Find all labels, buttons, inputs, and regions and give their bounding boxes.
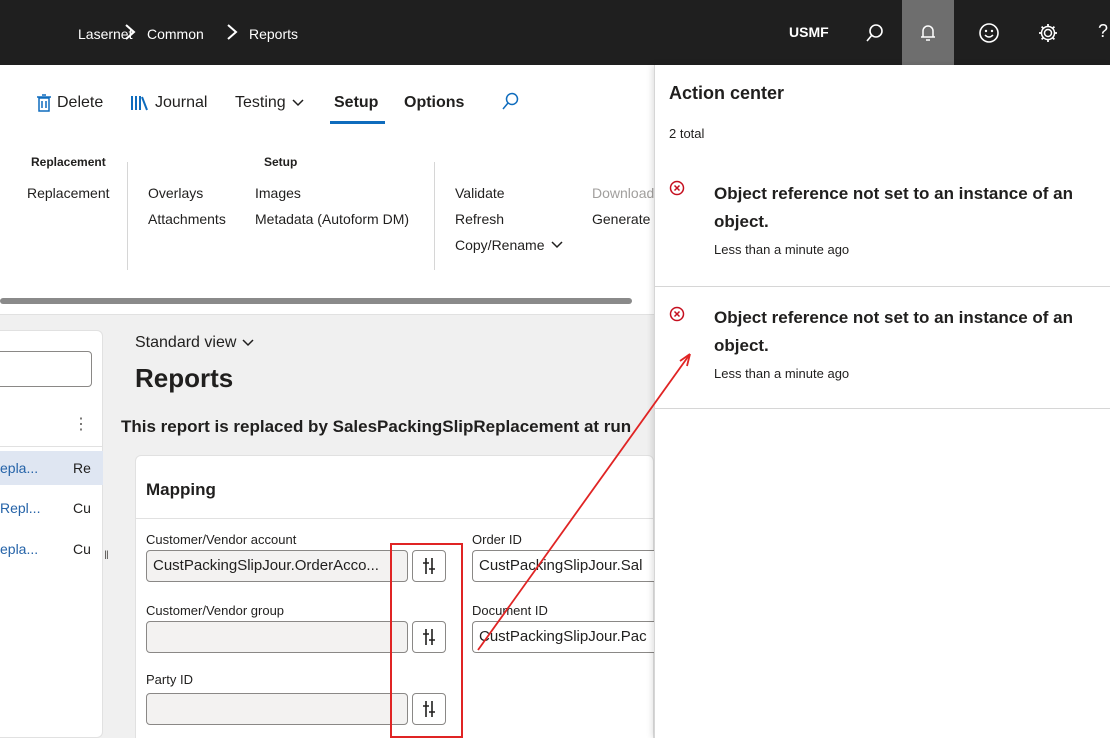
refresh-button[interactable]: Refresh — [455, 210, 504, 228]
customer-vendor-account-field[interactable]: CustPackingSlipJour.OrderAcco... — [146, 550, 408, 582]
group-divider — [434, 162, 435, 270]
order-id-field[interactable]: CustPackingSlipJour.Sal — [472, 550, 654, 582]
tab-setup[interactable]: Setup — [334, 93, 378, 113]
group-divider — [127, 162, 128, 270]
list-item-name: epla... — [0, 460, 39, 476]
list-header-divider — [0, 446, 103, 447]
delete-label: Delete — [57, 94, 104, 111]
delete-button[interactable]: Delete — [37, 93, 103, 113]
panel-resize-handle[interactable]: ‖ — [104, 548, 109, 562]
breadcrumb-reports[interactable]: Reports — [249, 24, 298, 44]
group-header-setup: Setup — [264, 155, 298, 169]
copy-rename-menu[interactable]: Copy/Rename — [455, 236, 563, 254]
validate-button[interactable]: Validate — [455, 184, 505, 202]
error-icon — [669, 306, 685, 322]
notification-message[interactable]: Object reference not set to an instance … — [714, 180, 1099, 236]
gear-icon[interactable] — [1025, 0, 1071, 65]
breadcrumb-common[interactable]: Common — [147, 24, 204, 44]
filter-input[interactable] — [0, 351, 92, 387]
generate-button[interactable]: Generate — [592, 210, 650, 228]
selected-tab-indicator — [330, 121, 385, 124]
notification-divider — [654, 286, 1110, 287]
action-pane: Delete Journal Testing Setup Options Rep… — [0, 65, 654, 315]
replacement-button[interactable]: Replacement — [27, 184, 110, 202]
overlays-button[interactable]: Overlays — [148, 184, 203, 202]
notification-message[interactable]: Object reference not set to an instance … — [714, 304, 1099, 360]
chevron-right-icon — [125, 24, 136, 40]
company-selector[interactable]: USMF — [789, 24, 829, 40]
books-icon — [131, 96, 148, 111]
customer-vendor-group-label: Customer/Vendor group — [146, 603, 285, 618]
download-button[interactable]: Download — [592, 184, 654, 202]
list-item[interactable]: epla... Re — [0, 451, 103, 485]
images-button[interactable]: Images — [255, 184, 301, 202]
customer-vendor-group-field[interactable] — [146, 621, 408, 653]
reports-list-panel: ⋮ epla... Re Repl... Cu epla... Cu — [0, 330, 103, 738]
highlight-box — [390, 543, 463, 738]
list-item-desc: Re — [73, 460, 91, 476]
help-icon[interactable]: ? — [1098, 21, 1108, 41]
search-icon[interactable] — [852, 0, 898, 65]
more-options-icon[interactable]: ⋮ — [73, 414, 89, 434]
list-item-desc: Cu — [73, 500, 91, 516]
document-id-label: Document ID — [472, 603, 548, 618]
setup-tab-label: Setup — [334, 94, 379, 111]
testing-label: Testing — [235, 94, 286, 111]
journal-button[interactable]: Journal — [131, 93, 207, 113]
list-item-name: epla... — [0, 541, 39, 557]
top-nav-bar: Lasernet Common Reports USMF ? — [0, 0, 1110, 65]
notification-time: Less than a minute ago — [714, 366, 850, 381]
notification-divider — [654, 408, 1110, 409]
view-selector[interactable]: Standard view — [135, 334, 254, 352]
error-icon — [669, 180, 685, 196]
customer-vendor-account-label: Customer/Vendor account — [146, 532, 297, 547]
bell-icon[interactable] — [902, 0, 954, 65]
party-id-field[interactable] — [146, 693, 408, 725]
list-item-name: Repl... — [0, 500, 41, 516]
chevron-down-icon — [550, 241, 563, 249]
replacement-banner: This report is replaced by SalesPackingS… — [121, 417, 632, 436]
mapping-title[interactable]: Mapping — [146, 480, 216, 500]
view-selector-label: Standard view — [135, 334, 237, 351]
trash-icon — [37, 94, 51, 112]
action-center-panel — [654, 65, 1110, 738]
card-divider — [136, 518, 654, 519]
chevron-right-icon — [227, 24, 238, 40]
copy-rename-label: Copy/Rename — [455, 237, 545, 253]
journal-label: Journal — [155, 94, 208, 111]
notification-time: Less than a minute ago — [714, 242, 850, 257]
notification-count: 2 total — [669, 126, 705, 141]
page-title: Reports — [135, 363, 234, 393]
tab-options[interactable]: Options — [404, 93, 464, 113]
chevron-down-icon — [242, 339, 254, 347]
metadata-button[interactable]: Metadata (Autoform DM) — [255, 210, 409, 228]
list-item[interactable]: Repl... Cu — [0, 491, 103, 525]
group-header-replacement: Replacement — [31, 155, 106, 169]
chevron-down-icon — [292, 99, 304, 107]
attachments-button[interactable]: Attachments — [148, 210, 226, 228]
order-id-label: Order ID — [472, 532, 522, 547]
list-item-desc: Cu — [73, 541, 91, 557]
smiley-icon[interactable] — [966, 0, 1012, 65]
horizontal-scrollbar[interactable] — [0, 298, 632, 304]
search-icon[interactable] — [502, 92, 520, 110]
party-id-label: Party ID — [146, 672, 193, 687]
action-center-title: Action center — [669, 83, 785, 103]
testing-menu[interactable]: Testing — [235, 93, 304, 113]
options-tab-label: Options — [404, 94, 465, 111]
document-id-field[interactable]: CustPackingSlipJour.Pac — [472, 621, 654, 653]
list-item[interactable]: epla... Cu — [0, 532, 103, 566]
